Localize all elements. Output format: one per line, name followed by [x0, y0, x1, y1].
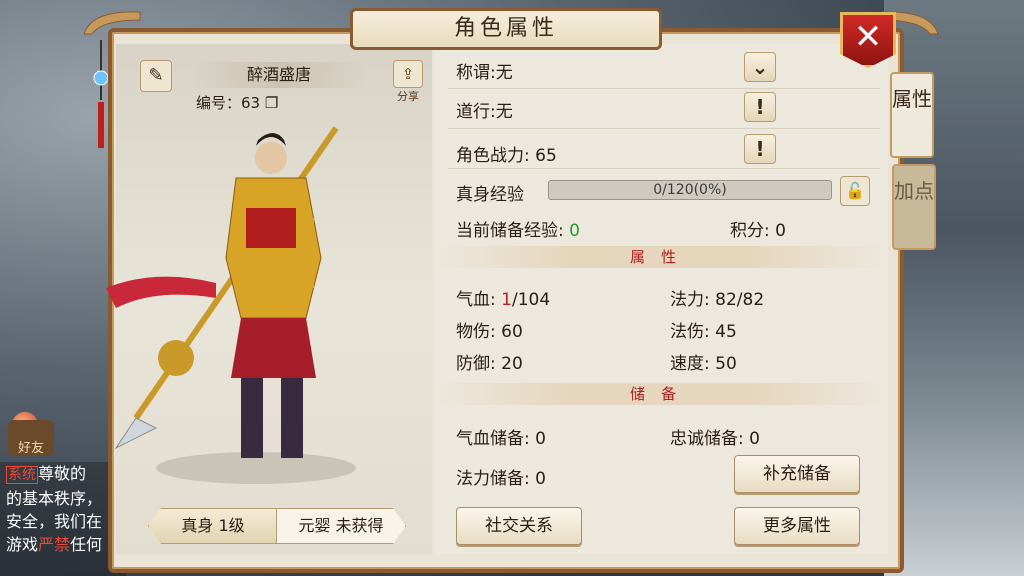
divider [448, 128, 880, 129]
points-label: 积分: [730, 221, 770, 241]
hp-reserve-label: 气血储备: [456, 429, 530, 449]
power-label: 角色战力: [456, 146, 530, 166]
title-dropdown-button[interactable]: ⌄ [744, 52, 776, 82]
def-stat: 防御: 20 [456, 349, 523, 374]
mp-stat: 法力: 82/82 [670, 285, 764, 310]
tab-yuanying-level[interactable]: 元婴 未获得 [276, 508, 406, 544]
loyalty-reserve-stat: 忠诚储备: 0 [670, 424, 760, 449]
def-label: 防御: [456, 354, 496, 374]
exclamation-icon: ! [755, 95, 765, 119]
copy-icon[interactable]: ❐ [265, 94, 278, 112]
share-icon: ⇪ [393, 60, 423, 88]
points-row: 积分: 0 [730, 216, 786, 241]
exp-label: 真身经验 [456, 185, 524, 205]
hp-stat: 气血: 1/104 [456, 285, 550, 310]
share-button[interactable]: ⇪ 分享 [392, 60, 424, 103]
hp-label: 气血: [456, 290, 496, 310]
tab-attributes[interactable]: 属性 [890, 72, 934, 158]
hp-reserve-stat: 气血储备: 0 [456, 424, 546, 449]
pencil-icon: ✎ [148, 65, 164, 86]
attributes-header: 属性 [436, 246, 886, 268]
unlock-icon: 🔓 [845, 181, 865, 200]
tab-true-body-level[interactable]: 真身 1级 [148, 508, 278, 544]
refill-reserve-button[interactable]: 补充储备 [734, 455, 860, 493]
edit-name-button[interactable]: ✎ [140, 60, 172, 92]
social-relations-button[interactable]: 社交关系 [456, 507, 582, 545]
power-row: 角色战力: 65 [456, 141, 557, 166]
chat-line: 任何 [70, 535, 103, 554]
chat-highlight: 严禁 [38, 535, 71, 554]
magic-label: 法伤: [670, 322, 710, 342]
divider [448, 168, 880, 169]
hp-current: 1 [501, 290, 512, 310]
reserve-header: 储备 [436, 383, 886, 405]
divider [448, 88, 880, 89]
phys-value: 60 [501, 322, 523, 342]
character-id: 编号：63 ❐ [196, 92, 278, 113]
stored-exp-label: 当前储备经验: [456, 221, 564, 241]
exp-lock-button[interactable]: 🔓 [840, 176, 870, 206]
exclamation-icon: ! [755, 137, 765, 161]
magic-stat: 法伤: 45 [670, 317, 737, 342]
daoxing-label: 道行: [456, 102, 496, 122]
loyalty-value: 0 [749, 429, 760, 449]
mp-label: 法力: [670, 290, 710, 310]
title-value: 无 [495, 63, 513, 83]
power-info-button[interactable]: ! [744, 134, 776, 164]
phys-label: 物伤: [456, 322, 496, 342]
points-value: 0 [775, 221, 786, 241]
stored-exp-value: 0 [569, 221, 580, 241]
window-title: 角色属性 [350, 8, 662, 50]
character-portrait [106, 126, 356, 484]
mp-value: 82/82 [715, 290, 765, 310]
close-icon: ✕ [853, 17, 883, 57]
def-value: 20 [501, 354, 523, 374]
speed-label: 速度: [670, 354, 710, 374]
stored-exp-row: 当前储备经验: 0 [456, 216, 580, 241]
exp-progress-bar: 0/120(0%) [548, 180, 832, 200]
hp-reserve-value: 0 [535, 429, 546, 449]
daoxing-value: 无 [495, 102, 513, 122]
mp-reserve-value: 0 [535, 469, 546, 489]
loyalty-label: 忠诚储备: [670, 429, 744, 449]
power-value: 65 [535, 146, 557, 166]
magic-value: 45 [715, 322, 737, 342]
phys-stat: 物伤: 60 [456, 317, 523, 342]
exp-progress-text: 0/120(0%) [653, 182, 727, 198]
daoxing-info-button[interactable]: ! [744, 92, 776, 122]
share-label: 分享 [397, 90, 419, 103]
speed-value: 50 [715, 354, 737, 374]
mp-reserve-label: 法力储备: [456, 469, 530, 489]
daoxing-row: 道行:无 [456, 97, 513, 122]
chat-system-tag: 系统 [6, 466, 38, 484]
speed-stat: 速度: 50 [670, 349, 737, 374]
hp-max: /104 [511, 290, 551, 310]
character-name: 醉酒盛唐 [190, 62, 368, 88]
id-value: 63 [241, 94, 261, 112]
chevron-down-icon: ⌄ [751, 55, 769, 79]
corner-ornament-left [83, 11, 141, 35]
chat-line: 尊敬的 [38, 464, 87, 483]
chat-line: 游戏 [6, 535, 39, 554]
friend-button[interactable]: 好友 [8, 420, 54, 456]
mp-reserve-stat: 法力储备: 0 [456, 464, 546, 489]
title-row: 称谓:无 [456, 58, 513, 83]
id-label: 编号： [196, 94, 242, 112]
title-label: 称谓: [456, 63, 496, 83]
tab-add-points[interactable]: 加点 [892, 164, 936, 250]
more-attributes-button[interactable]: 更多属性 [734, 507, 860, 545]
